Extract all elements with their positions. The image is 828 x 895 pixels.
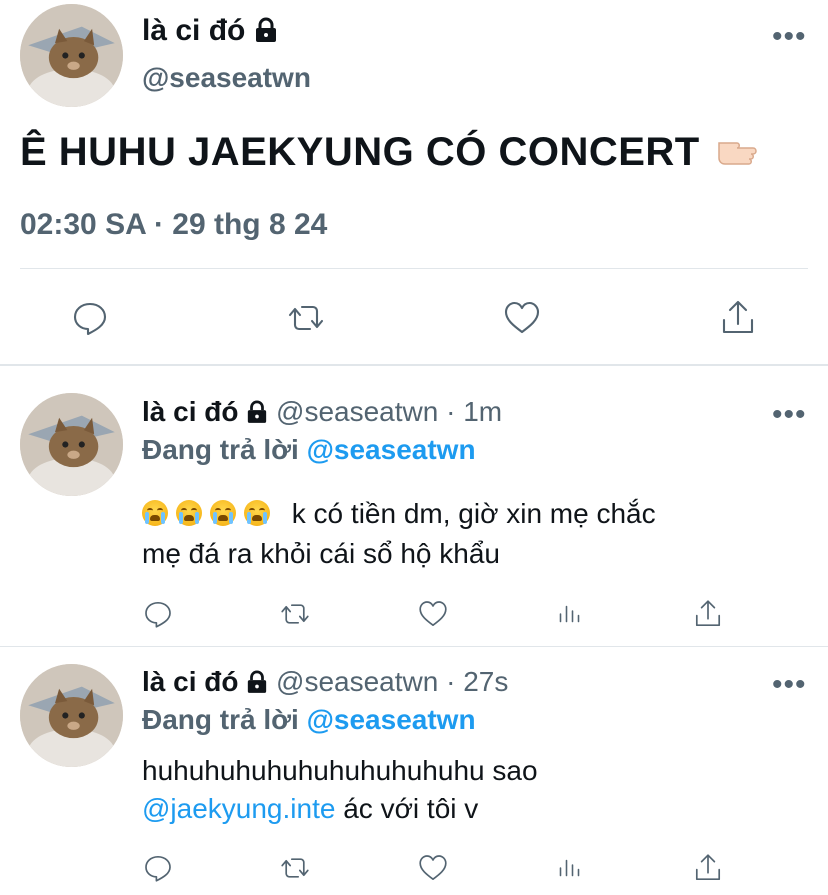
replying-to: Đang trả lời @seaseatwn bbox=[142, 434, 476, 466]
lock-icon bbox=[246, 669, 268, 694]
reply-text: k có tiền dm, giờ xin mẹ chắc mẹ đá ra k… bbox=[142, 494, 656, 574]
crying-face-emoji bbox=[142, 500, 168, 526]
mention-link[interactable]: @jaekyung.inte bbox=[142, 793, 335, 824]
handle[interactable]: @seaseatwn bbox=[276, 396, 438, 427]
reply-icon[interactable] bbox=[70, 298, 110, 338]
more-options-button[interactable]: ••• bbox=[772, 670, 807, 700]
avatar[interactable] bbox=[20, 664, 123, 767]
reply-text-rest: ác với tôi v bbox=[343, 793, 479, 824]
divider bbox=[0, 646, 828, 647]
analytics-icon[interactable] bbox=[556, 598, 586, 630]
like-icon[interactable] bbox=[416, 852, 450, 884]
crying-face-emoji bbox=[244, 500, 270, 526]
crying-face-emoji bbox=[210, 500, 236, 526]
reply-icon[interactable] bbox=[142, 598, 174, 630]
display-name[interactable]: là ci đó bbox=[142, 14, 278, 48]
reply-text-line2: mẹ đá ra khỏi cái sổ hộ khẩu bbox=[142, 538, 500, 569]
replying-prefix: Đang trả lời bbox=[142, 704, 299, 735]
avatar[interactable] bbox=[20, 4, 123, 107]
more-options-button[interactable]: ••• bbox=[772, 22, 807, 52]
lock-icon bbox=[254, 17, 278, 43]
divider bbox=[20, 268, 808, 269]
replying-prefix: Đang trả lời bbox=[142, 434, 299, 465]
like-icon[interactable] bbox=[502, 298, 542, 338]
retweet-icon[interactable] bbox=[278, 598, 312, 630]
display-name[interactable]: là ci đó bbox=[142, 666, 238, 697]
avatar[interactable] bbox=[20, 393, 123, 496]
reply-text-line2: @jaekyung.inte ác với tôi v bbox=[142, 790, 538, 828]
timestamp[interactable]: 02:30 SA · 29 thg 8 24 bbox=[20, 208, 327, 242]
reply-text-line1: k có tiền dm, giờ xin mẹ chắc bbox=[142, 494, 656, 534]
reply-text-line1: huhuhuhuhuhuhuhuhuhuhu sao bbox=[142, 755, 538, 786]
display-name[interactable]: là ci đó bbox=[142, 396, 238, 427]
display-name-text: là ci đó bbox=[142, 14, 246, 47]
reply-icon[interactable] bbox=[142, 852, 174, 884]
retweet-icon[interactable] bbox=[278, 852, 312, 884]
analytics-icon[interactable] bbox=[556, 852, 586, 884]
relative-time[interactable]: · 1m bbox=[446, 396, 502, 427]
share-icon[interactable] bbox=[692, 852, 724, 884]
replying-to-link[interactable]: @seaseatwn bbox=[307, 704, 476, 735]
retweet-icon[interactable] bbox=[286, 298, 326, 338]
handle[interactable]: @seaseatwn bbox=[142, 62, 311, 94]
more-options-button[interactable]: ••• bbox=[772, 400, 807, 430]
reply-text: huhuhuhuhuhuhuhuhuhuhu sao @jaekyung.int… bbox=[142, 752, 538, 828]
replying-to-link[interactable]: @seaseatwn bbox=[307, 434, 476, 465]
share-icon[interactable] bbox=[718, 298, 758, 338]
divider bbox=[0, 364, 828, 366]
tweet-text-content: Ê HUHU JAEKYUNG CÓ CONCERT bbox=[20, 130, 700, 174]
like-icon[interactable] bbox=[416, 598, 450, 630]
relative-time[interactable]: · 27s bbox=[446, 666, 508, 697]
tweet-text: Ê HUHU JAEKYUNG CÓ CONCERT bbox=[20, 130, 759, 175]
share-icon[interactable] bbox=[692, 598, 724, 630]
lock-icon bbox=[246, 399, 268, 424]
reply-header: là ci đó @seaseatwn · 1m bbox=[142, 396, 502, 428]
pointing-hand-emoji bbox=[715, 133, 759, 169]
reply-header: là ci đó @seaseatwn · 27s bbox=[142, 666, 508, 698]
reply-text-content: k có tiền dm, giờ xin mẹ chắc bbox=[291, 498, 656, 529]
handle[interactable]: @seaseatwn bbox=[276, 666, 438, 697]
replying-to: Đang trả lời @seaseatwn bbox=[142, 704, 476, 736]
crying-face-emoji bbox=[176, 500, 202, 526]
